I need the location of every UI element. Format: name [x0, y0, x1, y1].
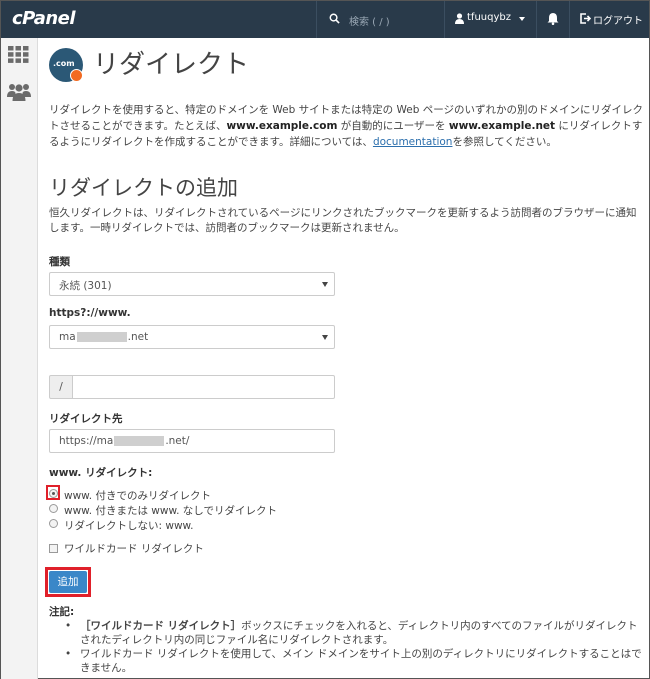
redirect-target-input[interactable]: https://ma .net/ [49, 429, 335, 453]
radio-button[interactable] [49, 504, 58, 513]
redirect-badge-icon [70, 69, 83, 82]
redirect-type-select[interactable]: 永続 (301) [49, 272, 335, 296]
page-title: リダイレクト [93, 50, 250, 80]
radio-label: www. 付きでのみリダイレクト [64, 490, 211, 502]
radio-button[interactable] [49, 519, 58, 528]
path-prefix: / [49, 375, 73, 399]
user-icon [455, 13, 464, 24]
wildcard-label: ワイルドカード リダイレクト [64, 543, 204, 555]
wildcard-checkbox[interactable] [49, 544, 58, 553]
bell-icon [547, 13, 559, 25]
chevron-down-icon [519, 17, 525, 21]
search-placeholder: 検索 ( / ) [349, 17, 390, 28]
search-box[interactable]: 検索 ( / ) [316, 1, 444, 38]
radio-button-checked[interactable] [49, 489, 58, 498]
note-bold: ［ワイルドカード リダイレクト］ [80, 620, 242, 632]
section-description: 恒久リダイレクトは、リダイレクトされているページにリンクされたブックマークを更新… [49, 207, 637, 234]
note-item: ［ワイルドカード リダイレクト］ボックスにチェックを入れると、ディレクトリ内のす… [65, 619, 645, 647]
target-label: リダイレクト先 [49, 413, 123, 425]
section-title: リダイレクトの追加 [49, 176, 238, 200]
desc-text-4: を参照してください。 [452, 136, 557, 148]
desc-example-1: www.example.com [226, 120, 338, 132]
left-sidebar [1, 38, 38, 679]
user-menu[interactable]: tfuuqybz [444, 1, 536, 38]
desc-text-2: が自動的にユーザーを [337, 120, 449, 132]
domain-suffix: .net [127, 331, 149, 343]
www-redirect-label: www. リダイレクト: [49, 467, 153, 479]
search-icon [329, 13, 340, 24]
page-description: リダイレクトを使用すると、特定のドメインを Web サイトまたは特定の Web … [49, 102, 645, 150]
logout-icon [580, 13, 591, 24]
notes-list: ［ワイルドカード リダイレクト］ボックスにチェックを入れると、ディレクトリ内のす… [65, 619, 645, 675]
domain-label: https?://www. [49, 307, 131, 319]
radio-label: リダイレクトしない: www. [64, 520, 194, 532]
username: tfuuqybz [467, 12, 511, 23]
redacted-block [114, 436, 165, 446]
chevron-down-icon [322, 335, 328, 340]
note-item: ワイルドカード リダイレクトを使用して、メイン ドメインをサイト上の別のディレク… [65, 647, 645, 675]
notifications-button[interactable] [536, 1, 569, 38]
redirect-type-value: 永続 (301) [59, 280, 112, 292]
logout-button[interactable]: ログアウト [569, 1, 649, 38]
type-label: 種類 [49, 256, 70, 268]
radio-label: www. 付きまたは www. なしでリダイレクト [64, 505, 277, 517]
redirect-icon: .com [49, 48, 83, 82]
documentation-link[interactable]: documentation [373, 136, 453, 148]
domain-prefix: ma [59, 331, 76, 343]
redacted-block [76, 332, 127, 342]
chevron-down-icon [322, 282, 328, 287]
main-content: .com リダイレクト リダイレクトを使用すると、特定のドメインを Web サイ… [39, 38, 649, 679]
domain-select[interactable]: ma .net [49, 325, 335, 349]
target-prefix: https://ma [59, 435, 114, 447]
domain-icon-text: .com [53, 59, 75, 68]
target-suffix: .net/ [165, 435, 190, 447]
grid-icon[interactable] [8, 46, 29, 63]
desc-example-2: www.example.net [448, 120, 556, 132]
logout-label: ログアウト [593, 16, 643, 27]
top-navigation-bar: cPanel 検索 ( / ) tfuuqybz ログアウト [1, 1, 649, 38]
notes-title: 注記: [49, 606, 75, 618]
cpanel-logo[interactable]: cPanel [12, 8, 76, 29]
users-icon[interactable] [7, 82, 31, 101]
path-input[interactable] [72, 375, 335, 399]
add-button[interactable]: 追加 [49, 571, 87, 593]
